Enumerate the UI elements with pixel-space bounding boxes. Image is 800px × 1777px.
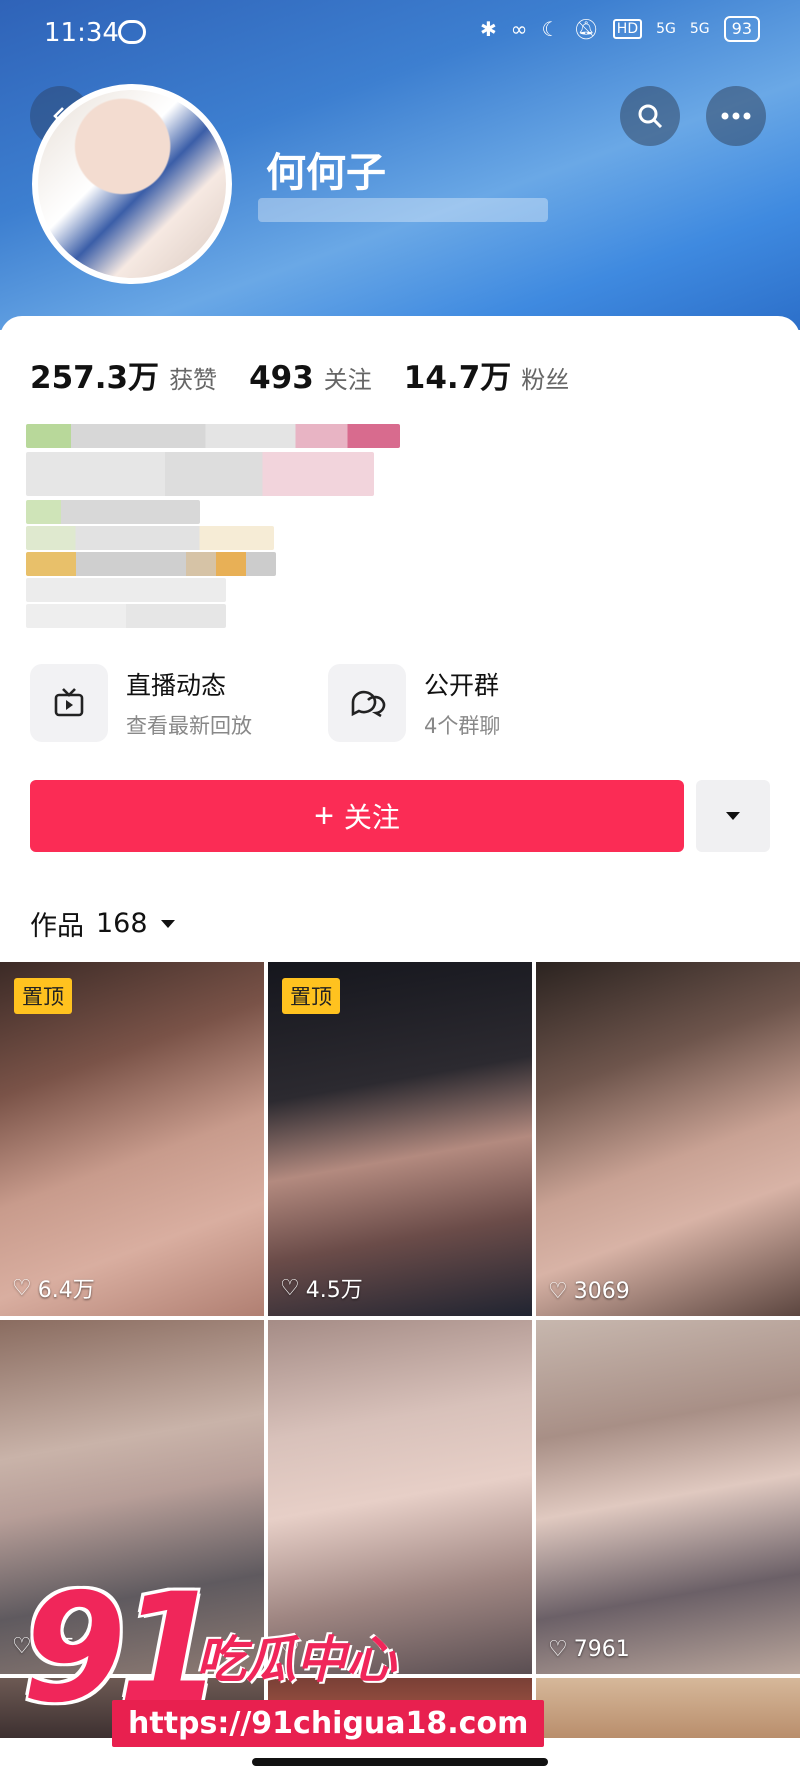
works-count: 168 bbox=[96, 908, 148, 939]
quick-link-subtitle: 查看最新回放 bbox=[126, 714, 252, 738]
video-thumbnail[interactable] bbox=[536, 1678, 800, 1738]
quick-link-title: 公开群 bbox=[424, 671, 500, 700]
signal-5g-icon: 5G bbox=[656, 21, 676, 37]
redacted-bio bbox=[26, 424, 406, 630]
more-dots-icon bbox=[721, 112, 751, 120]
following-count[interactable]: 493 bbox=[249, 360, 314, 396]
followers-count[interactable]: 14.7万 bbox=[404, 352, 512, 397]
quick-link-title: 直播动态 bbox=[126, 671, 227, 700]
more-options-button[interactable] bbox=[706, 86, 766, 146]
mute-bell-icon: 🔕︎ bbox=[573, 17, 599, 41]
like-count: 3069 bbox=[573, 1279, 630, 1304]
follow-label: 关注 bbox=[343, 802, 400, 833]
following-label[interactable]: 关注 bbox=[324, 360, 372, 395]
home-indicator[interactable] bbox=[252, 1758, 548, 1766]
heart-icon: ♡ bbox=[548, 1637, 568, 1662]
tv-icon bbox=[54, 688, 84, 717]
pinned-badge: 置顶 bbox=[282, 978, 340, 1014]
redacted-account-id bbox=[258, 198, 548, 222]
search-button[interactable] bbox=[620, 86, 680, 146]
watermark-url: https://91chigua18.com bbox=[112, 1700, 545, 1747]
quick-link-group[interactable]: 公开群 4个群聊 bbox=[328, 664, 500, 742]
watermark-logo-text: 吃瓜中心 bbox=[196, 1631, 396, 1689]
avatar[interactable] bbox=[32, 84, 232, 284]
status-time: 11:34 bbox=[44, 18, 119, 48]
like-count: 4.5万 bbox=[305, 1278, 363, 1303]
caret-down-icon bbox=[160, 919, 175, 928]
works-label: 作品 bbox=[30, 911, 84, 942]
video-thumbnail[interactable]: ♡ 7961 bbox=[536, 1320, 800, 1674]
link-icon: ∞ bbox=[510, 17, 528, 41]
video-thumbnail[interactable]: 置顶 ♡ 6.4万 bbox=[0, 962, 264, 1316]
chat-bubbles-icon bbox=[351, 690, 386, 718]
moon-icon: ☾ bbox=[541, 17, 560, 41]
video-thumbnail[interactable]: 置顶 ♡ 4.5万 bbox=[268, 962, 532, 1316]
status-bar: 11:34 ✱ ∞ ☾ 🔕︎ HD 5G 5G 93 bbox=[0, 0, 800, 66]
bluetooth-icon: ✱ bbox=[480, 17, 497, 41]
likes-label: 获赞 bbox=[169, 366, 218, 394]
like-count: 6.4万 bbox=[37, 1278, 95, 1303]
battery-indicator: 93 bbox=[723, 16, 760, 42]
likes-count: 257.3万 bbox=[30, 360, 160, 396]
heart-icon: ♡ bbox=[12, 1275, 32, 1301]
quick-link-subtitle: 4个群聊 bbox=[424, 714, 501, 738]
hd-badge: HD bbox=[612, 19, 643, 39]
profile-name: 何何子 bbox=[266, 150, 386, 196]
heart-icon: ♡ bbox=[280, 1275, 300, 1301]
quick-link-live[interactable]: 直播动态 查看最新回放 bbox=[30, 664, 252, 742]
pinned-badge: 置顶 bbox=[14, 978, 72, 1014]
follow-button[interactable]: + 关注 bbox=[30, 780, 684, 852]
profile-stats: 257.3万 获赞 493 关注 14.7万 粉丝 bbox=[30, 352, 591, 397]
plus-icon: + bbox=[314, 796, 334, 835]
link-app-icon bbox=[118, 20, 146, 44]
follow-options-dropdown[interactable] bbox=[696, 780, 770, 852]
followers-label[interactable]: 粉丝 bbox=[521, 360, 569, 395]
like-count: 7961 bbox=[573, 1637, 630, 1662]
search-icon bbox=[638, 104, 663, 129]
video-thumbnail[interactable]: ♡ 3069 bbox=[536, 962, 800, 1316]
heart-icon: ♡ bbox=[548, 1279, 568, 1304]
signal-5g-icon-2: 5G bbox=[689, 21, 710, 37]
works-tab[interactable]: 作品 168 bbox=[30, 904, 176, 943]
caret-down-icon bbox=[726, 812, 740, 820]
